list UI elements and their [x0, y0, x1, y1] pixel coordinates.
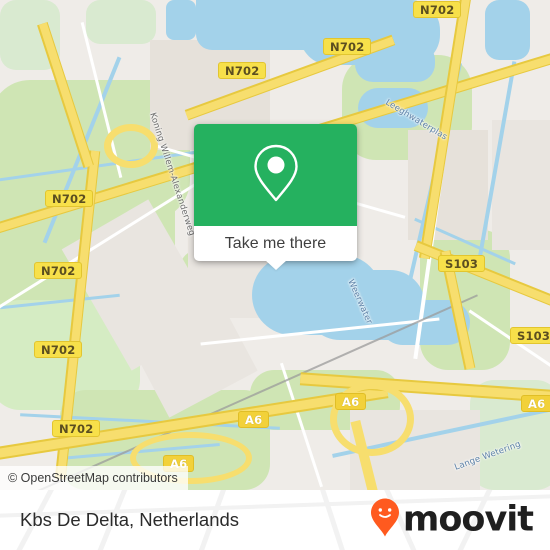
take-me-there-label: Take me there [224, 234, 327, 252]
map-view[interactable]: Koning Willem-Alexanderweg Leeghwaterpla… [0, 0, 550, 490]
popup-action-bar[interactable]: Take me there [194, 226, 357, 270]
footer-bar: Kbs De Delta, Netherlands moovit [0, 490, 550, 550]
map-major-road-ring [104, 124, 158, 168]
road-shield-a6: A6 [521, 395, 550, 412]
location-popup-card[interactable]: Take me there [194, 124, 357, 270]
road-shield-s103: S103 [510, 327, 550, 344]
road-shield-n702: N702 [323, 38, 372, 55]
map-green-area [86, 0, 156, 44]
moovit-map-screenshot: Koning Willem-Alexanderweg Leeghwaterpla… [0, 0, 550, 550]
road-shield-n702: N702 [34, 341, 83, 358]
road-shield-n702: N702 [413, 1, 462, 18]
road-shield-a6: A6 [238, 411, 270, 428]
road-shield-a6: A6 [335, 393, 367, 410]
road-shield-n702: N702 [52, 420, 101, 437]
moovit-smiley-pin-icon [370, 498, 400, 543]
footer-decor [311, 490, 354, 550]
popup-pointer-tail [264, 260, 287, 270]
road-shield-n702: N702 [34, 262, 83, 279]
page-title: Kbs De Delta, Netherlands [20, 509, 240, 530]
popup-header [194, 124, 357, 226]
moovit-logo[interactable]: moovit [370, 498, 534, 543]
road-shield-n702: N702 [45, 190, 94, 207]
map-pin-icon [251, 142, 301, 209]
moovit-wordmark: moovit [402, 499, 534, 540]
map-water-body [166, 0, 196, 40]
road-shield-n702: N702 [218, 62, 267, 79]
map-water-body [485, 0, 530, 60]
road-shield-s103: S103 [438, 255, 486, 272]
map-attribution[interactable]: © OpenStreetMap contributors [0, 466, 188, 490]
